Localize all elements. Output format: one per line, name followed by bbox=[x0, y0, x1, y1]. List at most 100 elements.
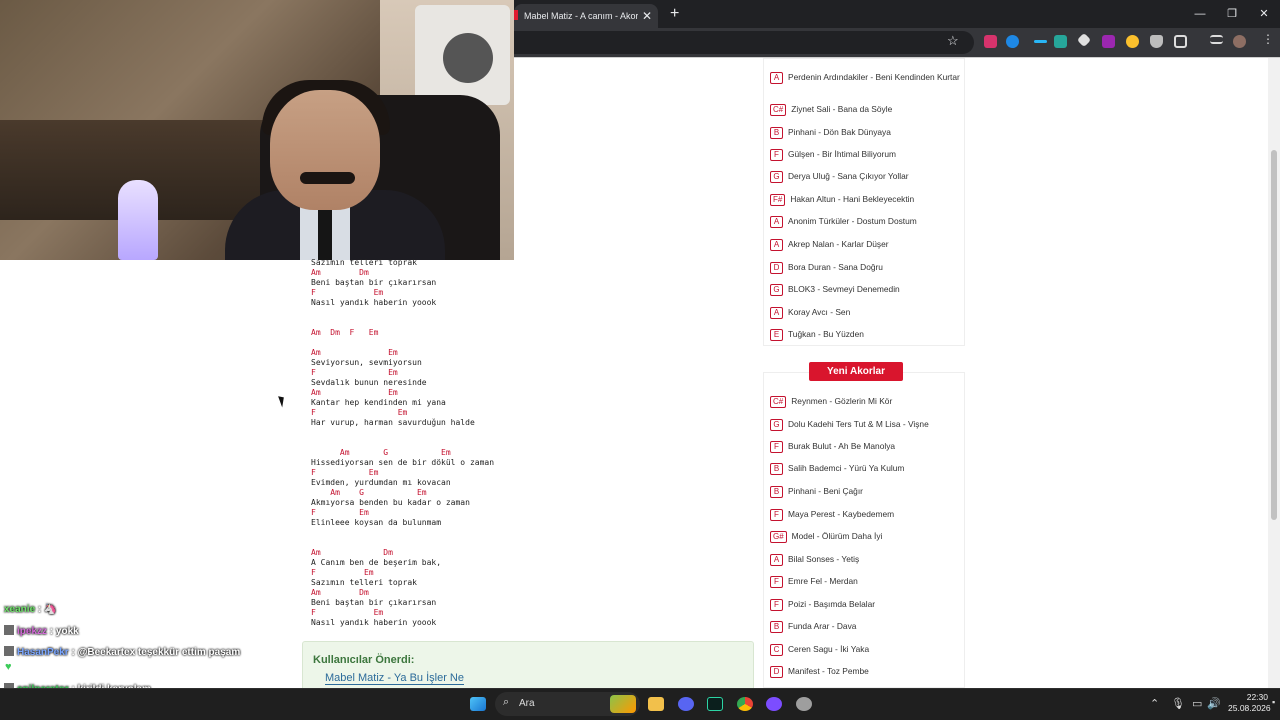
terminal-icon[interactable] bbox=[707, 697, 723, 711]
song-link[interactable]: Hakan Altun - Hani Bekleyecektin bbox=[790, 194, 914, 204]
new-song-item[interactable]: C# Reynmen - Gözlerin Mi Kör bbox=[770, 396, 960, 408]
chord-line: Am Dm bbox=[311, 588, 369, 597]
media-icon[interactable] bbox=[1210, 35, 1223, 44]
extension-icon[interactable] bbox=[1076, 32, 1092, 48]
chord-key-badge: D bbox=[770, 262, 783, 274]
new-song-item[interactable]: F Maya Perest - Kaybedemem bbox=[770, 509, 960, 521]
close-window-button[interactable]: ✕ bbox=[1248, 0, 1280, 28]
extension-icon[interactable] bbox=[1054, 35, 1067, 48]
extension-icon[interactable] bbox=[984, 35, 997, 48]
new-song-item[interactable]: A Bilal Sonses - Yetiş bbox=[770, 554, 960, 566]
maximize-button[interactable]: ❐ bbox=[1216, 0, 1248, 28]
new-song-item[interactable]: D Manifest - Toz Pembe bbox=[770, 666, 960, 678]
bookmark-star-icon[interactable]: ☆ bbox=[947, 33, 959, 49]
popular-song-item[interactable]: C# Ziynet Sali - Bana da Söyle bbox=[770, 104, 960, 116]
popular-song-item[interactable]: B Pinhani - Dön Bak Dünyaya bbox=[770, 127, 960, 139]
settings-gear-icon[interactable] bbox=[796, 697, 812, 711]
notification-icon[interactable]: ▪ bbox=[1272, 697, 1275, 707]
chrome-icon[interactable] bbox=[737, 697, 753, 711]
song-link[interactable]: Manifest - Toz Pembe bbox=[788, 666, 869, 676]
extension-icon[interactable] bbox=[1126, 35, 1139, 48]
new-song-item[interactable]: F Emre Fel - Merdan bbox=[770, 576, 960, 588]
tray-chevron-up-icon[interactable]: ⌃ bbox=[1150, 697, 1159, 710]
popular-song-item[interactable]: A Akrep Nalan - Karlar Düşer bbox=[770, 239, 960, 251]
new-song-item[interactable]: G# Model - Ölürüm Daha İyi bbox=[770, 531, 960, 543]
extension-icon[interactable] bbox=[1006, 35, 1019, 48]
windows-start-icon[interactable] bbox=[470, 697, 486, 711]
song-link[interactable]: Anonim Türküler - Dostum Dostum bbox=[788, 216, 917, 226]
song-link[interactable]: Dolu Kadehi Ters Tut & M Lisa - Vişne bbox=[788, 419, 929, 429]
song-link[interactable]: Pinhani - Beni Çağır bbox=[788, 486, 863, 496]
tab-close-icon[interactable]: ✕ bbox=[642, 9, 652, 23]
popular-song-item[interactable]: E Tuğkan - Bu Yüzden bbox=[770, 329, 960, 341]
song-link[interactable]: Salih Bademci - Yürü Ya Kulum bbox=[788, 463, 904, 473]
song-link[interactable]: BLOK3 - Sevmeyi Denemedin bbox=[788, 284, 900, 294]
new-chords-button[interactable]: Yeni Akorlar bbox=[809, 362, 903, 381]
popular-song-item[interactable]: F# Hakan Altun - Hani Bekleyecektin bbox=[770, 194, 960, 206]
address-bar[interactable] bbox=[514, 31, 974, 54]
new-song-item[interactable]: B Funda Arar - Dava bbox=[770, 621, 960, 633]
song-link[interactable]: Bora Duran - Sana Doğru bbox=[788, 262, 883, 272]
lyric-line: Har vurup, harman savurduğun halde bbox=[311, 418, 475, 427]
popular-song-item[interactable]: G Derya Uluğ - Sana Çıkıyor Yollar bbox=[770, 171, 960, 183]
new-song-item[interactable]: C Ceren Sagu - İki Yaka bbox=[770, 644, 960, 656]
new-song-item[interactable]: F Burak Bulut - Ah Be Manolya bbox=[770, 441, 960, 453]
song-link[interactable]: Emre Fel - Merdan bbox=[788, 576, 858, 586]
song-link[interactable]: Model - Ölürüm Daha İyi bbox=[792, 531, 883, 541]
extension-icon[interactable] bbox=[1102, 35, 1115, 48]
new-song-item[interactable]: G Dolu Kadehi Ters Tut & M Lisa - Vişne bbox=[770, 419, 960, 431]
heart-emote-icon: ♥ bbox=[5, 661, 12, 673]
minimize-button[interactable]: — bbox=[1184, 0, 1216, 28]
suggested-song-link[interactable]: Mabel Matiz - Ya Bu İşler Ne bbox=[325, 672, 464, 685]
song-link[interactable]: Burak Bulut - Ah Be Manolya bbox=[788, 441, 895, 451]
song-link[interactable]: Ceren Sagu - İki Yaka bbox=[788, 644, 869, 654]
lyric-line: Nasıl yandık haberin yoook bbox=[311, 618, 437, 627]
song-link[interactable]: Koray Avcı - Sen bbox=[788, 307, 850, 317]
extension-icon[interactable] bbox=[1034, 40, 1047, 43]
new-song-item[interactable]: F Poizi - Başımda Belalar bbox=[770, 599, 960, 611]
taskbar-search[interactable]: ⌕ Ara bbox=[495, 692, 640, 716]
puzzle-icon[interactable] bbox=[1174, 35, 1187, 48]
network-icon[interactable]: ▭ bbox=[1192, 697, 1202, 710]
avatar[interactable] bbox=[1233, 35, 1246, 48]
song-link[interactable]: Tuğkan - Bu Yüzden bbox=[788, 329, 864, 339]
chord-key-badge: G bbox=[770, 284, 783, 296]
lyric-line: Evimden, yurdumdan mı kovacan bbox=[311, 478, 451, 487]
chord-line: F Em bbox=[311, 368, 398, 377]
song-link[interactable]: Derya Uluğ - Sana Çıkıyor Yollar bbox=[788, 171, 909, 181]
song-link[interactable]: Maya Perest - Kaybedemem bbox=[788, 509, 894, 519]
discord-icon[interactable] bbox=[678, 697, 694, 711]
popular-song-item[interactable]: F Gülşen - Bir İhtimal Biliyorum bbox=[770, 149, 960, 161]
scrollbar-thumb[interactable] bbox=[1271, 150, 1277, 520]
popular-song-item[interactable]: A Perdenin Ardındakiler - Beni Kendinden … bbox=[770, 72, 960, 84]
menu-icon[interactable]: ⋮ bbox=[1262, 33, 1275, 46]
volume-icon[interactable]: 🔊 bbox=[1207, 697, 1221, 710]
new-song-item[interactable]: B Salih Bademci - Yürü Ya Kulum bbox=[770, 463, 960, 475]
shield-icon[interactable] bbox=[1150, 35, 1163, 48]
chord-key-badge: E bbox=[770, 329, 783, 341]
popular-song-item[interactable]: G BLOK3 - Sevmeyi Denemedin bbox=[770, 284, 960, 296]
new-song-item[interactable]: B Pinhani - Beni Çağır bbox=[770, 486, 960, 498]
song-link[interactable]: Funda Arar - Dava bbox=[788, 621, 856, 631]
app-icon[interactable] bbox=[766, 697, 782, 711]
song-link[interactable]: Reynmen - Gözlerin Mi Kör bbox=[791, 396, 892, 406]
taskbar-clock[interactable]: 22:30 25.08.2026 bbox=[1228, 692, 1271, 714]
song-link[interactable]: Akrep Nalan - Karlar Düşer bbox=[788, 239, 889, 249]
song-link[interactable]: Gülşen - Bir İhtimal Biliyorum bbox=[788, 149, 896, 159]
popular-song-item[interactable]: D Bora Duran - Sana Doğru bbox=[770, 262, 960, 274]
song-link[interactable]: Ziynet Sali - Bana da Söyle bbox=[791, 104, 892, 114]
page-scrollbar[interactable] bbox=[1268, 58, 1280, 688]
song-link[interactable]: Perdenin Ardındakiler - Beni Kendinden K… bbox=[788, 72, 960, 82]
song-link[interactable]: Pinhani - Dön Bak Dünyaya bbox=[788, 127, 891, 137]
new-tab-button[interactable]: + bbox=[670, 5, 679, 23]
chat-username[interactable]: xeanie bbox=[4, 604, 35, 615]
file-explorer-icon[interactable] bbox=[648, 697, 664, 711]
popular-song-item[interactable]: A Anonim Türküler - Dostum Dostum bbox=[770, 216, 960, 228]
browser-tab[interactable]: Mabel Matiz - A canım - Akor ( ✕ bbox=[514, 4, 658, 28]
microphone-icon[interactable]: 🎙 bbox=[1171, 697, 1185, 710]
chat-username[interactable]: HasanPekr bbox=[17, 647, 69, 658]
popular-song-item[interactable]: A Koray Avcı - Sen bbox=[770, 307, 960, 319]
song-link[interactable]: Bilal Sonses - Yetiş bbox=[788, 554, 859, 564]
chat-username[interactable]: ipekzz bbox=[17, 626, 47, 637]
song-link[interactable]: Poizi - Başımda Belalar bbox=[788, 599, 875, 609]
